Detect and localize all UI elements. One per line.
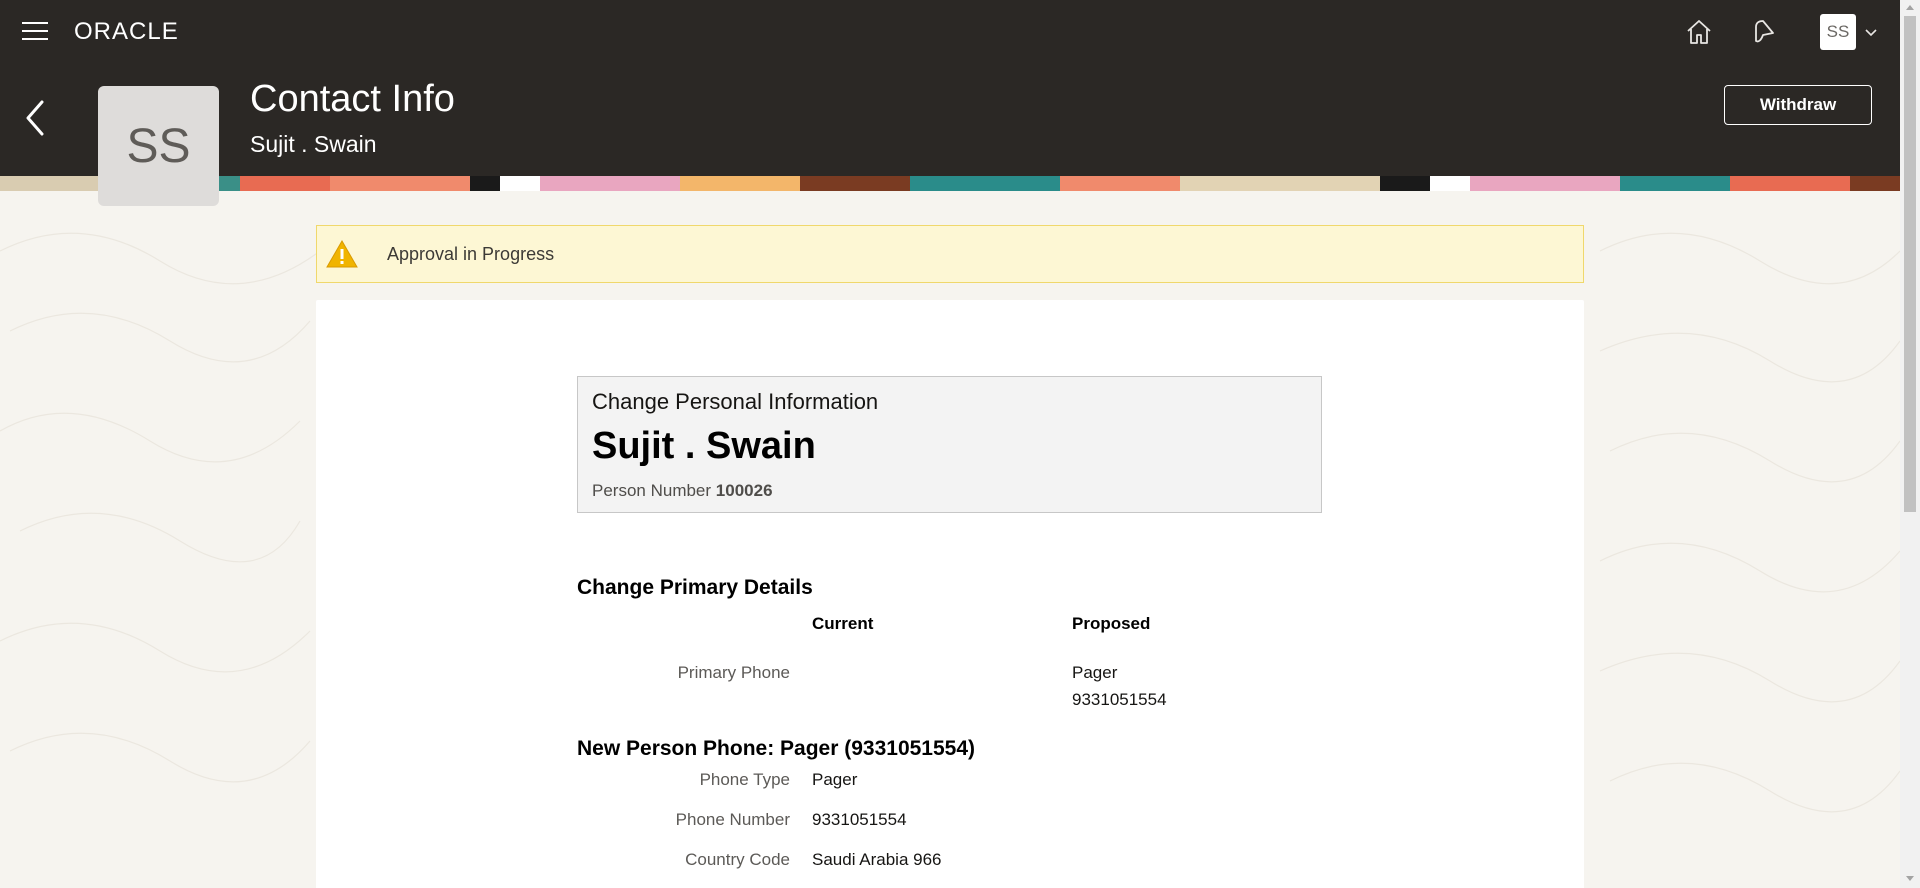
column-header-proposed: Proposed [1072, 614, 1151, 633]
warning-icon [326, 239, 358, 268]
primary-phone-label: Primary Phone [677, 663, 790, 682]
phone-type-value: Pager [812, 770, 858, 789]
person-number: Person Number 100026 [592, 481, 773, 501]
phone-type-label: Phone Type [699, 770, 790, 789]
app-header: ORACLE SS Contact Info Sujit . Swain Wit… [0, 0, 1900, 176]
summary-heading: Change Personal Information [592, 389, 879, 414]
phone-number-label: Phone Number [675, 810, 790, 829]
chevron-down-icon[interactable] [1864, 25, 1878, 39]
person-avatar: SS [98, 86, 219, 206]
scrollbar-thumb[interactable] [1904, 16, 1916, 512]
phone-number-value: 9331051554 [812, 810, 907, 829]
change-summary-box: Change Personal Information Sujit . Swai… [577, 376, 1322, 513]
primary-phone-proposed-type: Pager [1072, 663, 1118, 682]
home-icon[interactable] [1684, 17, 1714, 47]
country-code-label: Country Code [685, 850, 790, 869]
scroll-up-arrow-icon[interactable] [1906, 5, 1914, 10]
withdraw-button[interactable]: Withdraw [1724, 85, 1872, 125]
person-number-value: 100026 [715, 481, 773, 500]
oracle-logo[interactable]: ORACLE [74, 18, 179, 46]
new-phone-title: New Person Phone: Pager (9331051554) [577, 737, 976, 760]
approval-warning-banner: Approval in Progress [316, 225, 1584, 283]
column-header-current: Current [812, 614, 874, 633]
person-number-label: Person Number [592, 481, 712, 500]
scroll-down-arrow-icon[interactable] [1906, 876, 1914, 881]
user-avatar[interactable]: SS [1820, 14, 1856, 50]
notifications-icon[interactable] [1748, 17, 1778, 47]
back-icon[interactable] [22, 96, 48, 140]
vertical-scrollbar[interactable] [1900, 0, 1920, 888]
primary-details-title: Change Primary Details [577, 576, 813, 599]
primary-phone-proposed-number: 9331051554 [1072, 690, 1167, 709]
user-menu[interactable]: SS [1820, 14, 1878, 50]
decorative-banner [0, 176, 1900, 191]
page-subtitle: Sujit . Swain [250, 131, 377, 157]
menu-icon[interactable] [22, 22, 48, 42]
warning-text: Approval in Progress [387, 243, 555, 264]
page-title: Contact Info [250, 78, 455, 120]
country-code-value: Saudi Arabia 966 [812, 850, 942, 869]
summary-person-name: Sujit . Swain [592, 425, 816, 467]
